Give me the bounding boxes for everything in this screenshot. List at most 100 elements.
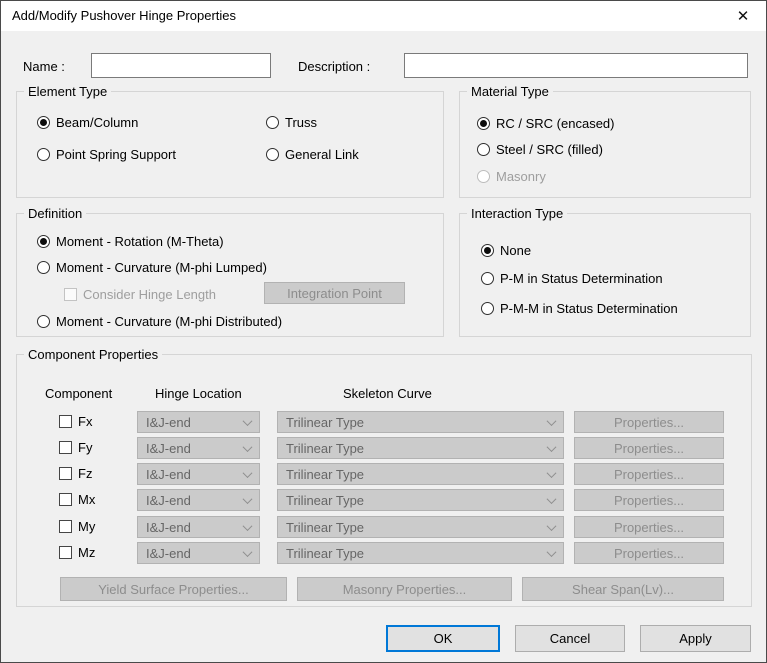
shear-span-button: Shear Span(Lv)... — [522, 577, 724, 601]
apply-button[interactable]: Apply — [640, 625, 751, 652]
mz-checkbox[interactable] — [59, 546, 72, 559]
radio-moment-curvature-lumped[interactable]: Moment - Curvature (M-phi Lumped) — [37, 259, 267, 275]
radio-icon — [37, 148, 50, 161]
consider-hinge-length-checkbox: Consider Hinge Length — [64, 286, 216, 302]
chevron-down-icon — [547, 547, 557, 557]
material-type-title: Material Type — [467, 84, 553, 99]
radio-label: Truss — [285, 115, 317, 130]
radio-label: General Link — [285, 147, 359, 162]
fz-checkbox[interactable] — [59, 467, 72, 480]
hinge-location-select: I&J-end — [137, 437, 260, 459]
chevron-down-icon — [547, 468, 557, 478]
component-label: Fy — [78, 440, 92, 455]
description-label: Description : — [298, 59, 370, 74]
my-checkbox[interactable] — [59, 520, 72, 533]
component-label: Mx — [78, 492, 95, 507]
chevron-down-icon — [243, 442, 253, 452]
radio-icon — [266, 116, 279, 129]
properties-button: Properties... — [574, 516, 724, 538]
radio-label: RC / SRC (encased) — [496, 116, 614, 131]
properties-button: Properties... — [574, 489, 724, 511]
component-label: My — [78, 519, 95, 534]
skeleton-curve-select: Trilinear Type — [277, 542, 564, 564]
header-skeleton-curve: Skeleton Curve — [343, 386, 432, 401]
table-row: Fz I&J-end Trilinear Type Properties... — [17, 463, 751, 485]
fy-checkbox[interactable] — [59, 441, 72, 454]
table-row: Mz I&J-end Trilinear Type Properties... — [17, 542, 751, 564]
radio-general-link[interactable]: General Link — [266, 146, 359, 162]
radio-label: Moment - Curvature (M-phi Lumped) — [56, 260, 267, 275]
name-label: Name : — [23, 59, 65, 74]
skeleton-curve-select: Trilinear Type — [277, 516, 564, 538]
radio-icon — [477, 143, 490, 156]
material-type-group: Material Type RC / SRC (encased) Steel /… — [459, 91, 751, 198]
radio-none[interactable]: None — [481, 242, 531, 258]
radio-moment-rotation[interactable]: Moment - Rotation (M-Theta) — [37, 233, 224, 249]
ok-button[interactable]: OK — [386, 625, 500, 652]
radio-icon — [37, 235, 50, 248]
radio-icon — [37, 116, 50, 129]
radio-beam-column[interactable]: Beam/Column — [37, 114, 138, 130]
header-component: Component — [45, 386, 112, 401]
chevron-down-icon — [243, 494, 253, 504]
radio-label: Steel / SRC (filled) — [496, 142, 603, 157]
radio-steel-src-filled[interactable]: Steel / SRC (filled) — [477, 141, 603, 157]
chevron-down-icon — [243, 521, 253, 531]
chevron-down-icon — [547, 521, 557, 531]
hinge-location-select: I&J-end — [137, 542, 260, 564]
pushover-hinge-properties-dialog: Add/Modify Pushover Hinge Properties ✕ N… — [0, 0, 767, 663]
component-properties-group: Component Properties Component Hinge Loc… — [16, 354, 752, 607]
chevron-down-icon — [243, 416, 253, 426]
radio-label: Point Spring Support — [56, 147, 176, 162]
radio-label: None — [500, 243, 531, 258]
radio-icon — [481, 302, 494, 315]
component-label: Fx — [78, 414, 92, 429]
radio-icon — [477, 170, 490, 183]
cancel-button[interactable]: Cancel — [515, 625, 625, 652]
title-bar: Add/Modify Pushover Hinge Properties ✕ — [1, 1, 766, 31]
radio-truss[interactable]: Truss — [266, 114, 317, 130]
interaction-type-group: Interaction Type None P-M in Status Dete… — [459, 213, 751, 337]
radio-icon — [481, 244, 494, 257]
chevron-down-icon — [243, 547, 253, 557]
chevron-down-icon — [547, 416, 557, 426]
radio-pm-status[interactable]: P-M in Status Determination — [481, 270, 663, 286]
masonry-properties-button: Masonry Properties... — [297, 577, 512, 601]
radio-label: Masonry — [496, 169, 546, 184]
table-row: Mx I&J-end Trilinear Type Properties... — [17, 489, 751, 511]
skeleton-curve-select: Trilinear Type — [277, 489, 564, 511]
radio-label: P-M-M in Status Determination — [500, 301, 678, 316]
fx-checkbox[interactable] — [59, 415, 72, 428]
radio-icon — [266, 148, 279, 161]
chevron-down-icon — [547, 442, 557, 452]
dialog-title: Add/Modify Pushover Hinge Properties — [12, 1, 236, 31]
close-icon[interactable]: ✕ — [726, 1, 760, 31]
integration-point-button: Integration Point — [264, 282, 405, 304]
component-label: Mz — [78, 545, 95, 560]
radio-icon — [477, 117, 490, 130]
radio-pmm-status[interactable]: P-M-M in Status Determination — [481, 300, 678, 316]
hinge-location-select: I&J-end — [137, 411, 260, 433]
radio-rc-src-encased[interactable]: RC / SRC (encased) — [477, 115, 614, 131]
component-label: Fz — [78, 466, 92, 481]
description-input[interactable] — [404, 53, 748, 78]
skeleton-curve-select: Trilinear Type — [277, 411, 564, 433]
radio-label: Moment - Rotation (M-Theta) — [56, 234, 224, 249]
properties-button: Properties... — [574, 411, 724, 433]
radio-point-spring-support[interactable]: Point Spring Support — [37, 146, 176, 162]
hinge-location-select: I&J-end — [137, 463, 260, 485]
radio-label: Moment - Curvature (M-phi Distributed) — [56, 314, 282, 329]
radio-icon — [37, 315, 50, 328]
table-row: Fx I&J-end Trilinear Type Properties... — [17, 411, 751, 433]
chevron-down-icon — [547, 494, 557, 504]
radio-icon — [481, 272, 494, 285]
radio-label: Beam/Column — [56, 115, 138, 130]
radio-icon — [37, 261, 50, 274]
name-input[interactable] — [91, 53, 271, 78]
hinge-location-select: I&J-end — [137, 516, 260, 538]
definition-title: Definition — [24, 206, 86, 221]
radio-moment-curvature-distributed[interactable]: Moment - Curvature (M-phi Distributed) — [37, 313, 282, 329]
component-properties-title: Component Properties — [24, 347, 162, 362]
mx-checkbox[interactable] — [59, 493, 72, 506]
table-row: My I&J-end Trilinear Type Properties... — [17, 516, 751, 538]
